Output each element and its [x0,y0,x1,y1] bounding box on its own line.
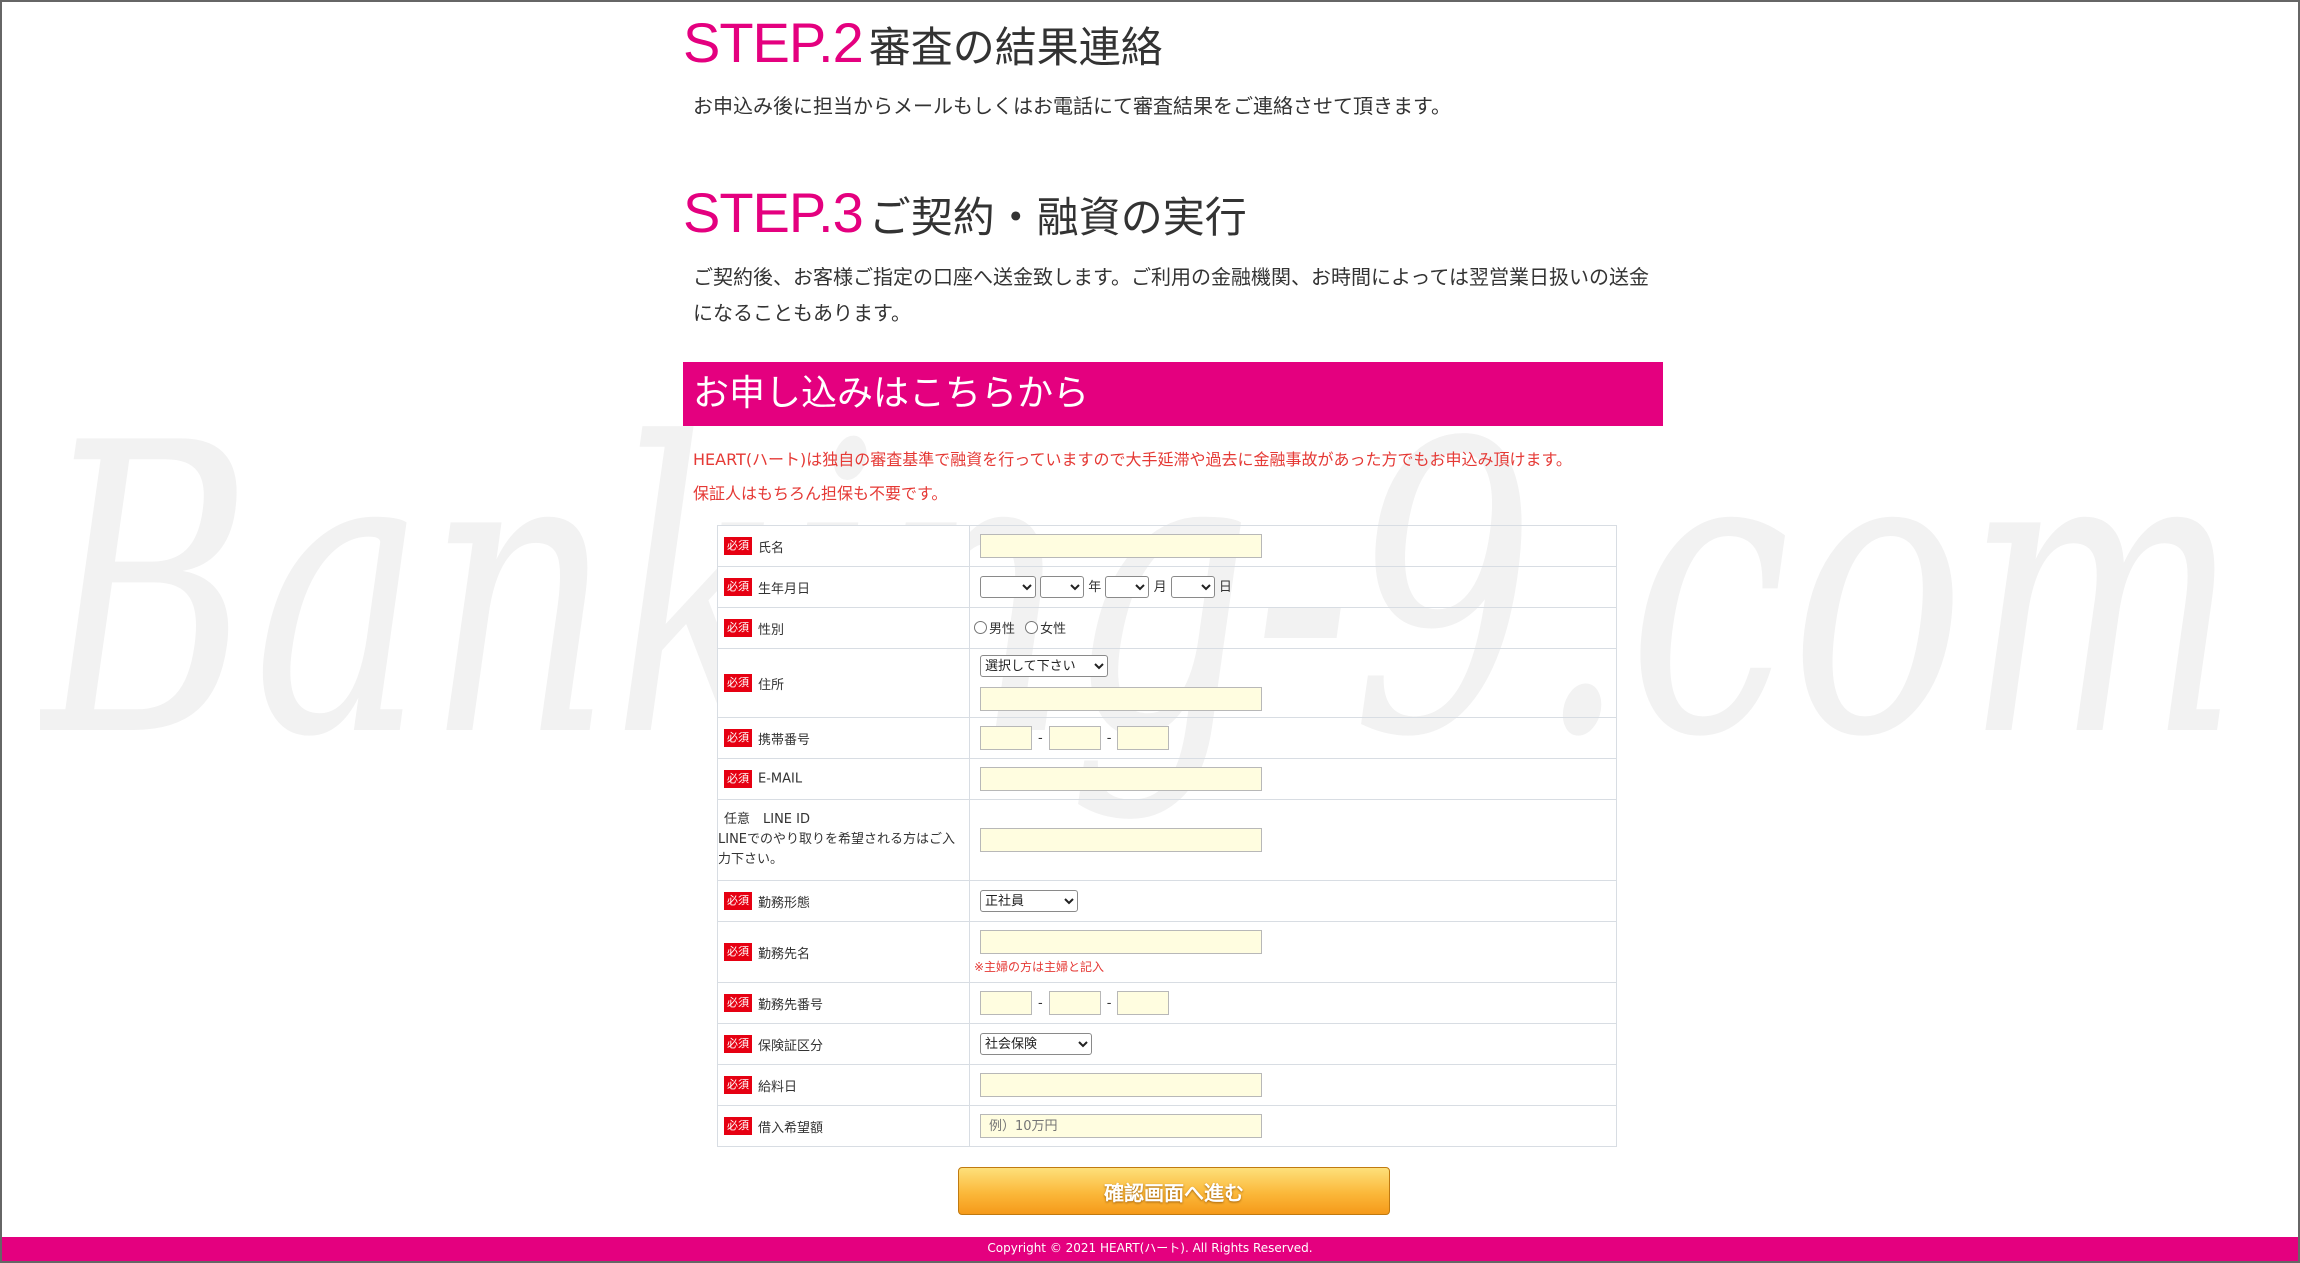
name-label: 氏名 [758,540,785,556]
required-badge: 必須 [724,770,752,788]
line-id-input[interactable] [980,828,1262,852]
required-badge: 必須 [724,1035,752,1053]
work-phone-label: 勤務先番号 [758,997,824,1013]
employment-label: 勤務形態 [758,895,811,911]
work-phone-part-2-input[interactable] [1048,991,1101,1015]
name-input[interactable] [980,534,1262,558]
required-badge: 必須 [724,619,752,637]
loan-amount-input[interactable] [980,1114,1262,1138]
form-row-insurance: 必須 保険証区分 社会保険 [717,1023,1617,1065]
work-phone-part-1-input[interactable] [980,991,1032,1015]
dash: - [1106,995,1112,1011]
birth-day-select[interactable] [1170,576,1215,599]
application-notice-1: HEART(ハート)は独自の審査基準で融資を行っていますので大手延滞や過去に金融… [693,450,1572,469]
application-heading: お申し込みはこちらから [683,362,1663,426]
workplace-label: 勤務先名 [758,946,811,962]
gender-female-radio[interactable] [1025,621,1039,634]
address-label: 住所 [758,677,785,693]
form-row-address: 必須 住所 選択して下さい [717,648,1617,718]
step-3-text-line-1: ご契約後、お客様ご指定の口座へ送金致します。ご利用の金融機関、お時間によっては翌… [693,265,1649,289]
email-label: E-MAIL [758,771,803,787]
step-2-label: STEP.2 [683,11,864,74]
mobile-part-3-input[interactable] [1117,726,1170,750]
birth-month-select[interactable] [1105,576,1150,599]
gender-label: 性別 [758,622,785,638]
required-badge: 必須 [724,1076,752,1094]
insurance-label: 保険証区分 [758,1038,824,1054]
required-badge: 必須 [724,943,752,961]
confirm-button[interactable]: 確認画面へ進む [958,1167,1390,1215]
payday-label: 給料日 [758,1079,798,1095]
required-badge: 必須 [724,729,752,747]
mobile-part-2-input[interactable] [1048,726,1101,750]
step-2-text: お申込み後に担当からメールもしくはお電話にて審査結果をご連絡させて頂きます。 [693,94,1451,118]
required-badge: 必須 [724,674,752,692]
form-row-birthdate: 必須 生年月日 年 月 日 [717,566,1617,608]
required-badge: 必須 [724,578,752,596]
work-phone-part-3-input[interactable] [1117,991,1170,1015]
step-2-title: 審査の結果連絡 [868,23,1163,72]
form-row-mobile: 必須 携帯番号 - - [717,717,1617,759]
birth-year-select[interactable] [1040,576,1085,599]
line-help-1: LINEでのやり取りを希望される方はご入 [718,832,956,847]
gender-female-label: 女性 [1040,622,1067,637]
required-badge: 必須 [724,892,752,910]
birthdate-label: 生年月日 [758,581,811,597]
required-badge: 必須 [724,1117,752,1135]
dash: - [1038,995,1043,1011]
employment-select[interactable]: 正社員 [980,890,1078,912]
form-row-workplace: 必須 勤務先名 ※主婦の方は主婦と記入 [717,921,1617,983]
birth-era-select[interactable] [980,576,1036,599]
application-form: 必須 氏名 必須 生年月日 年 月 日 必須 性別 男性 女性 必須 住所 選択… [717,525,1617,1147]
month-label: 月 [1153,579,1167,595]
workplace-input[interactable] [980,929,1262,954]
step-3-title: ご契約・融資の実行 [868,193,1247,242]
mobile-label: 携帯番号 [758,732,811,748]
required-badge: 必須 [724,537,752,555]
workplace-note: ※主婦の方は主婦と記入 [974,959,1105,974]
year-label: 年 [1088,579,1102,595]
step-3-text-line-2: になることもあります。 [693,301,911,325]
gender-male-label: 男性 [989,622,1016,637]
application-notice-2: 保証人はもちろん担保も不要です。 [693,484,948,503]
copyright-text: Copyright © 2021 HEART(ハート). All Rights … [987,1241,1313,1255]
form-row-line: 任意 LINE ID LINEでのやり取りを希望される方はご入 力下さい。 [717,799,1617,881]
day-label: 日 [1218,579,1232,595]
footer: Copyright © 2021 HEART(ハート). All Rights … [0,1237,2300,1263]
form-row-payday: 必須 給料日 [717,1064,1617,1106]
form-row-loan-amount: 必須 借入希望額 [717,1105,1617,1147]
step-2-heading: STEP.2 審査の結果連絡 [683,10,1163,75]
email-input[interactable] [980,767,1262,791]
form-row-name: 必須 氏名 [717,525,1617,567]
line-help-2: 力下さい。 [718,852,784,867]
insurance-select[interactable]: 社会保険 [980,1033,1092,1055]
dash: - [1038,730,1043,746]
gender-female-option[interactable]: 女性 [1025,618,1066,637]
gender-male-option[interactable]: 男性 [974,618,1015,637]
gender-male-radio[interactable] [974,621,987,634]
line-label: 任意 LINE ID [724,812,810,827]
payday-input[interactable] [980,1073,1262,1097]
form-row-gender: 必須 性別 男性 女性 [717,607,1617,649]
address-input[interactable] [980,687,1262,711]
loan-amount-label: 借入希望額 [758,1120,824,1136]
step-3-label: STEP.3 [683,181,864,244]
required-badge: 必須 [724,994,752,1012]
prefecture-select[interactable]: 選択して下さい [980,655,1108,677]
step-3-heading: STEP.3 ご契約・融資の実行 [683,180,1247,245]
mobile-part-1-input[interactable] [980,726,1032,750]
form-row-email: 必須 E-MAIL [717,758,1617,800]
form-row-employment: 必須 勤務形態 正社員 [717,880,1617,922]
form-row-work-phone: 必須 勤務先番号 - - [717,982,1617,1024]
dash: - [1106,730,1112,746]
